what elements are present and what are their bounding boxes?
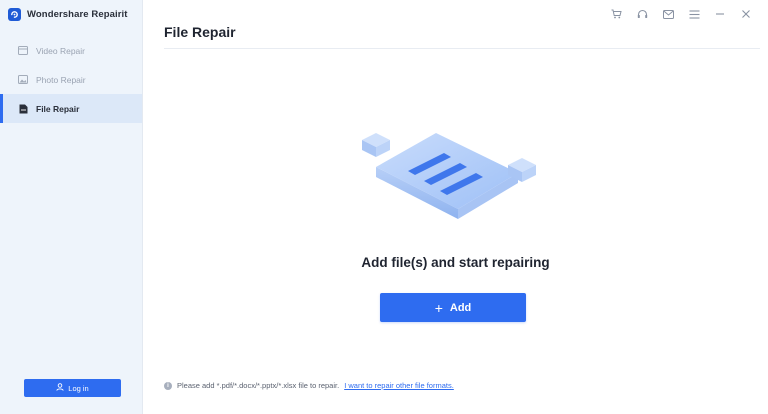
other-formats-link[interactable]: I want to repair other file formats.: [344, 381, 454, 390]
sidebar-item-file-repair[interactable]: File Repair: [0, 94, 142, 123]
repairit-logo-icon: [8, 7, 21, 21]
title-divider: [164, 48, 760, 49]
empty-state-headline: Add file(s) and start repairing: [361, 255, 550, 270]
video-icon: [18, 46, 28, 56]
mail-icon[interactable]: [662, 8, 674, 20]
info-icon: i: [164, 381, 172, 390]
add-file-button[interactable]: + Add: [380, 293, 526, 322]
file-icon: [18, 104, 28, 114]
plus-icon: +: [434, 299, 443, 316]
sidebar-item-video-repair[interactable]: Video Repair: [0, 36, 142, 65]
sidebar-item-label: Video Repair: [36, 45, 85, 56]
add-button-label: Add: [449, 301, 472, 314]
sidebar-item-photo-repair[interactable]: Photo Repair: [0, 65, 142, 94]
main-panel: File Repair Add file(s) and start repair…: [143, 0, 768, 414]
close-icon[interactable]: [740, 8, 752, 20]
login-button[interactable]: Log in: [24, 379, 121, 397]
minimize-icon[interactable]: [714, 8, 726, 20]
sidebar-item-label: File Repair: [36, 103, 80, 114]
page-title: File Repair: [164, 24, 236, 40]
login-label: Log in: [68, 383, 89, 393]
user-icon: [56, 383, 64, 393]
headset-icon[interactable]: [636, 8, 648, 20]
image-icon: [18, 75, 28, 85]
app-brand: Wondershare Repairit: [8, 6, 128, 22]
sidebar-item-label: Photo Repair: [36, 74, 86, 85]
hint-text: Please add *.pdf/*.docx/*.pptx/*.xlsx fi…: [177, 381, 340, 390]
menu-icon[interactable]: [688, 8, 700, 20]
file-repair-illustration: [358, 127, 538, 237]
supported-formats-hint: i Please add *.pdf/*.docx/*.pptx/*.xlsx …: [164, 381, 454, 390]
sidebar-nav: Video Repair Photo Repair File Repair: [0, 36, 142, 123]
app-name: Wondershare Repairit: [27, 8, 128, 20]
sidebar: Wondershare Repairit Video Repair Photo …: [0, 0, 143, 414]
window-toolbar: [610, 8, 752, 20]
cart-icon[interactable]: [610, 8, 622, 20]
